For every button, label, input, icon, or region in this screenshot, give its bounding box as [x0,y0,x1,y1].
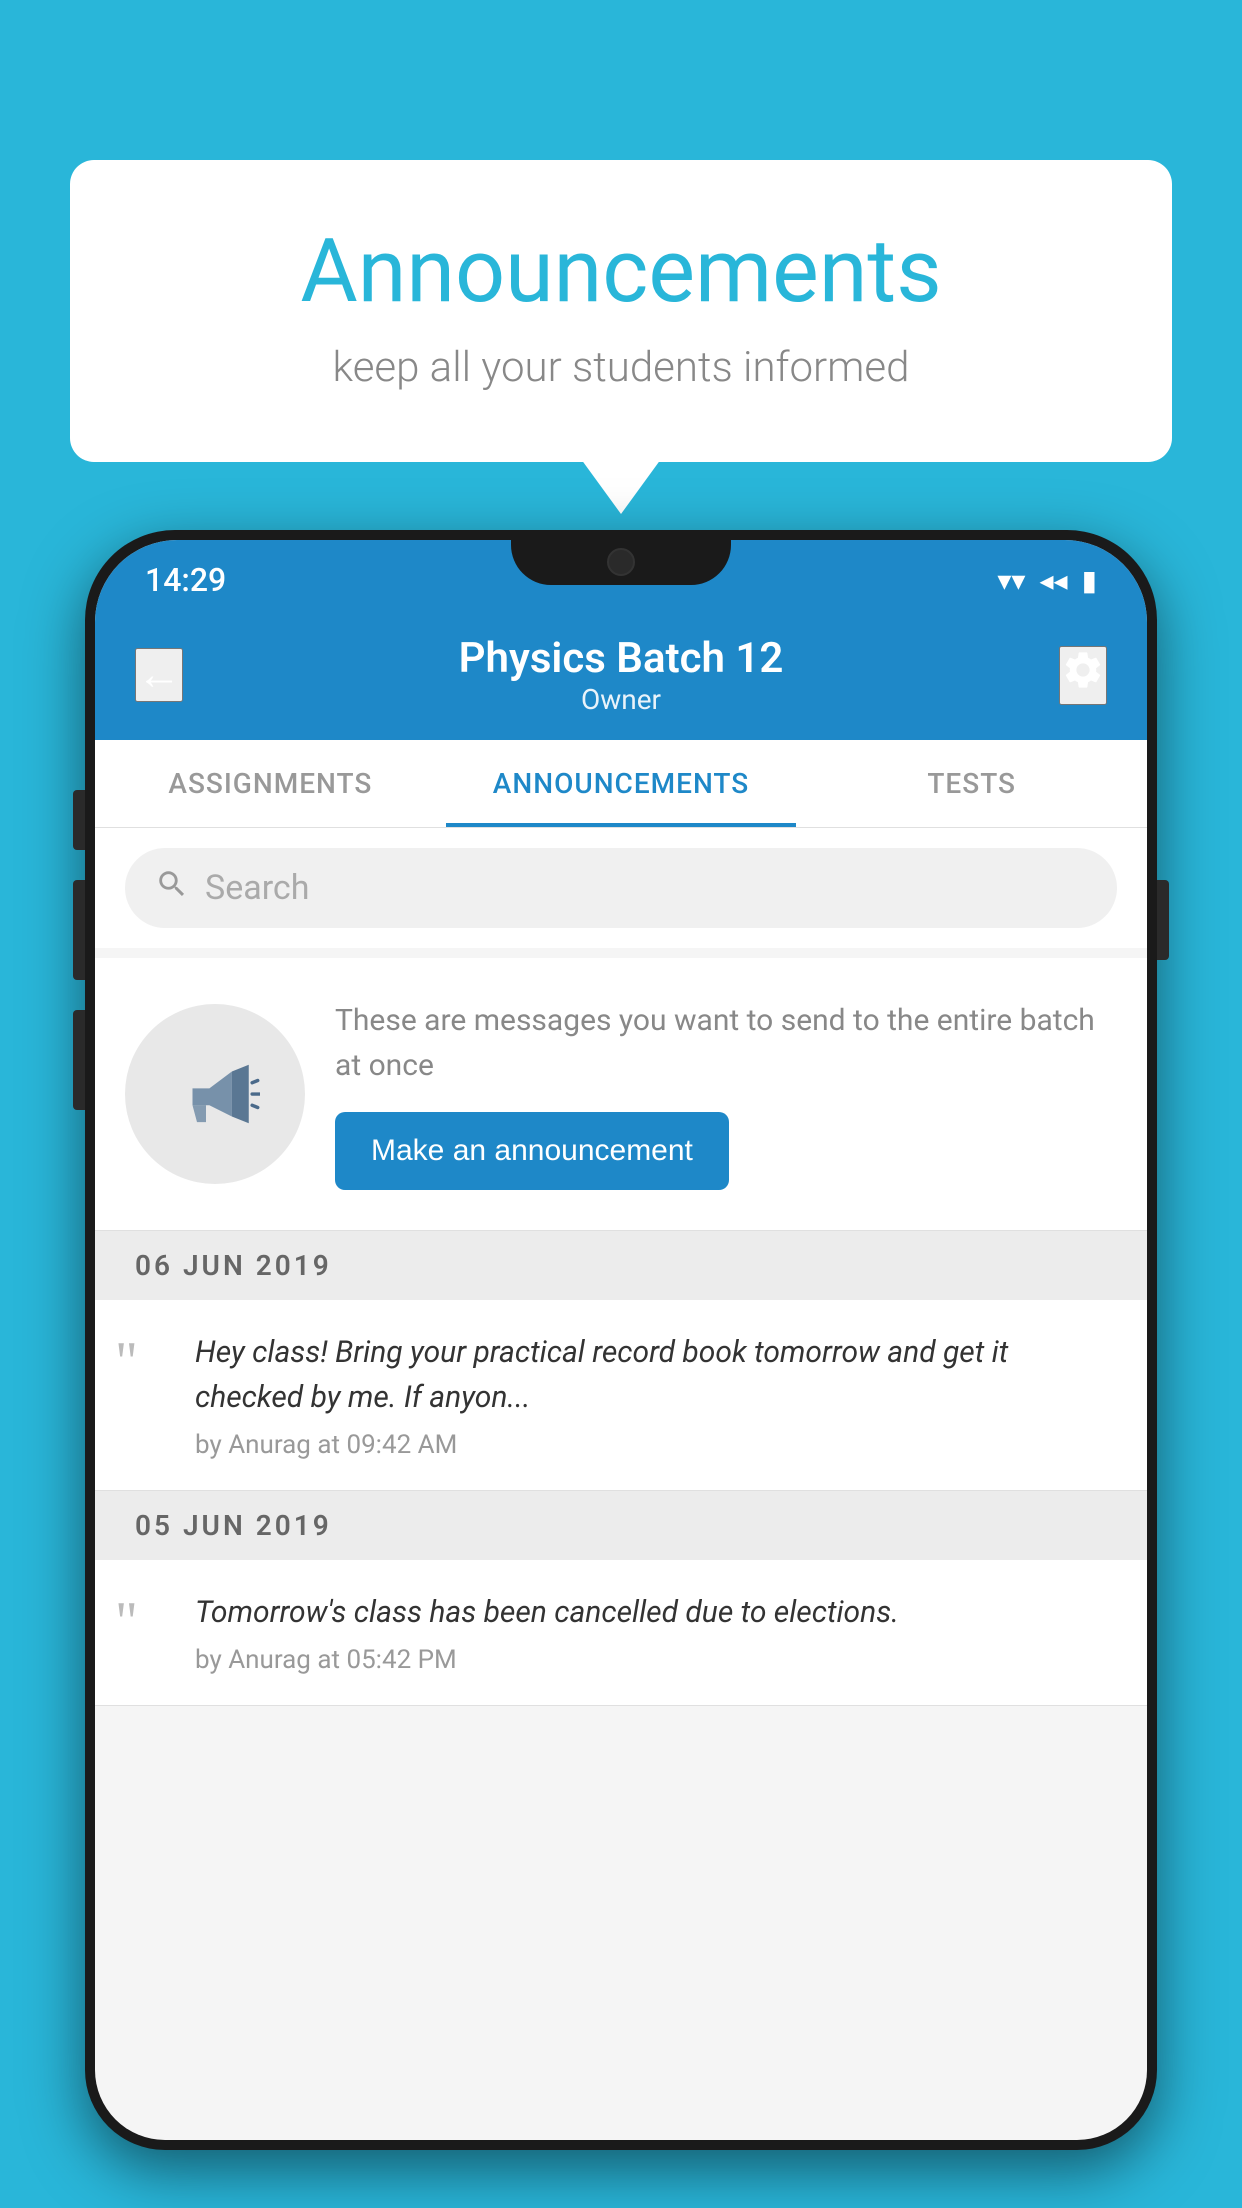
back-button[interactable]: ← [135,648,183,702]
gear-icon [1061,648,1105,692]
header-subtitle: Owner [459,683,784,716]
phone-side-btn-left-3 [73,1010,85,1110]
settings-button[interactable] [1059,646,1107,705]
phone-notch [511,530,731,585]
tab-announcements[interactable]: ANNOUNCEMENTS [446,740,797,827]
announcement-icon-circle [125,1004,305,1184]
speech-bubble-title: Announcements [150,220,1092,323]
announcement-promo-card: These are messages you want to send to t… [95,958,1147,1231]
tab-assignments[interactable]: ASSIGNMENTS [95,740,446,827]
make-announcement-button[interactable]: Make an announcement [335,1112,729,1190]
speech-bubble-subtitle: keep all your students informed [150,343,1092,392]
phone-camera [607,548,635,576]
announcement-content-1: Hey class! Bring your practical record b… [195,1330,1117,1460]
announcement-promo-right: These are messages you want to send to t… [335,998,1117,1190]
search-icon [155,867,189,910]
phone-side-btn-right [1157,880,1169,960]
speech-bubble: Announcements keep all your students inf… [70,160,1172,462]
date-label-2: 05 JUN 2019 [135,1509,332,1542]
announcement-item-1[interactable]: " Hey class! Bring your practical record… [95,1300,1147,1491]
tab-tests[interactable]: TESTS [796,740,1147,827]
announcement-content-2: Tomorrow's class has been cancelled due … [195,1590,1117,1675]
status-icons: ▾▾ ◂◂ ▮ [997,564,1097,597]
phone-side-btn-left-1 [73,790,85,850]
tabs-bar: ASSIGNMENTS ANNOUNCEMENTS TESTS [95,740,1147,828]
date-section-1: 06 JUN 2019 [95,1231,1147,1300]
announcement-promo-text: These are messages you want to send to t… [335,998,1117,1088]
status-time: 14:29 [145,561,226,599]
app-header: ← Physics Batch 12 Owner [95,610,1147,740]
speech-bubble-container: Announcements keep all your students inf… [70,160,1172,462]
wifi-icon: ▾▾ [997,564,1025,597]
battery-icon: ▮ [1082,564,1097,597]
phone-side-btn-left-2 [73,880,85,980]
announcement-author-1: by Anurag at 09:42 AM [195,1430,1117,1460]
announcement-message-2: Tomorrow's class has been cancelled due … [195,1590,1117,1635]
search-bar[interactable]: Search [125,848,1117,928]
search-container: Search [95,828,1147,948]
search-placeholder-text: Search [205,868,309,908]
announcement-author-2: by Anurag at 05:42 PM [195,1645,1117,1675]
header-title: Physics Batch 12 [459,634,784,683]
megaphone-icon [170,1049,260,1139]
announcement-item-2[interactable]: " Tomorrow's class has been cancelled du… [95,1560,1147,1706]
quote-icon-1: " [115,1334,175,1460]
phone-screen: 14:29 ▾▾ ◂◂ ▮ ← Physics Batch 12 Owner [95,540,1147,2140]
quote-icon-2: " [115,1594,175,1675]
date-label-1: 06 JUN 2019 [135,1249,332,1282]
phone-outer: 14:29 ▾▾ ◂◂ ▮ ← Physics Batch 12 Owner [85,530,1157,2150]
phone-mockup: 14:29 ▾▾ ◂◂ ▮ ← Physics Batch 12 Owner [85,530,1157,2208]
announcement-message-1: Hey class! Bring your practical record b… [195,1330,1117,1420]
header-title-area: Physics Batch 12 Owner [459,634,784,716]
signal-icon: ◂◂ [1039,564,1067,597]
date-section-2: 05 JUN 2019 [95,1491,1147,1560]
